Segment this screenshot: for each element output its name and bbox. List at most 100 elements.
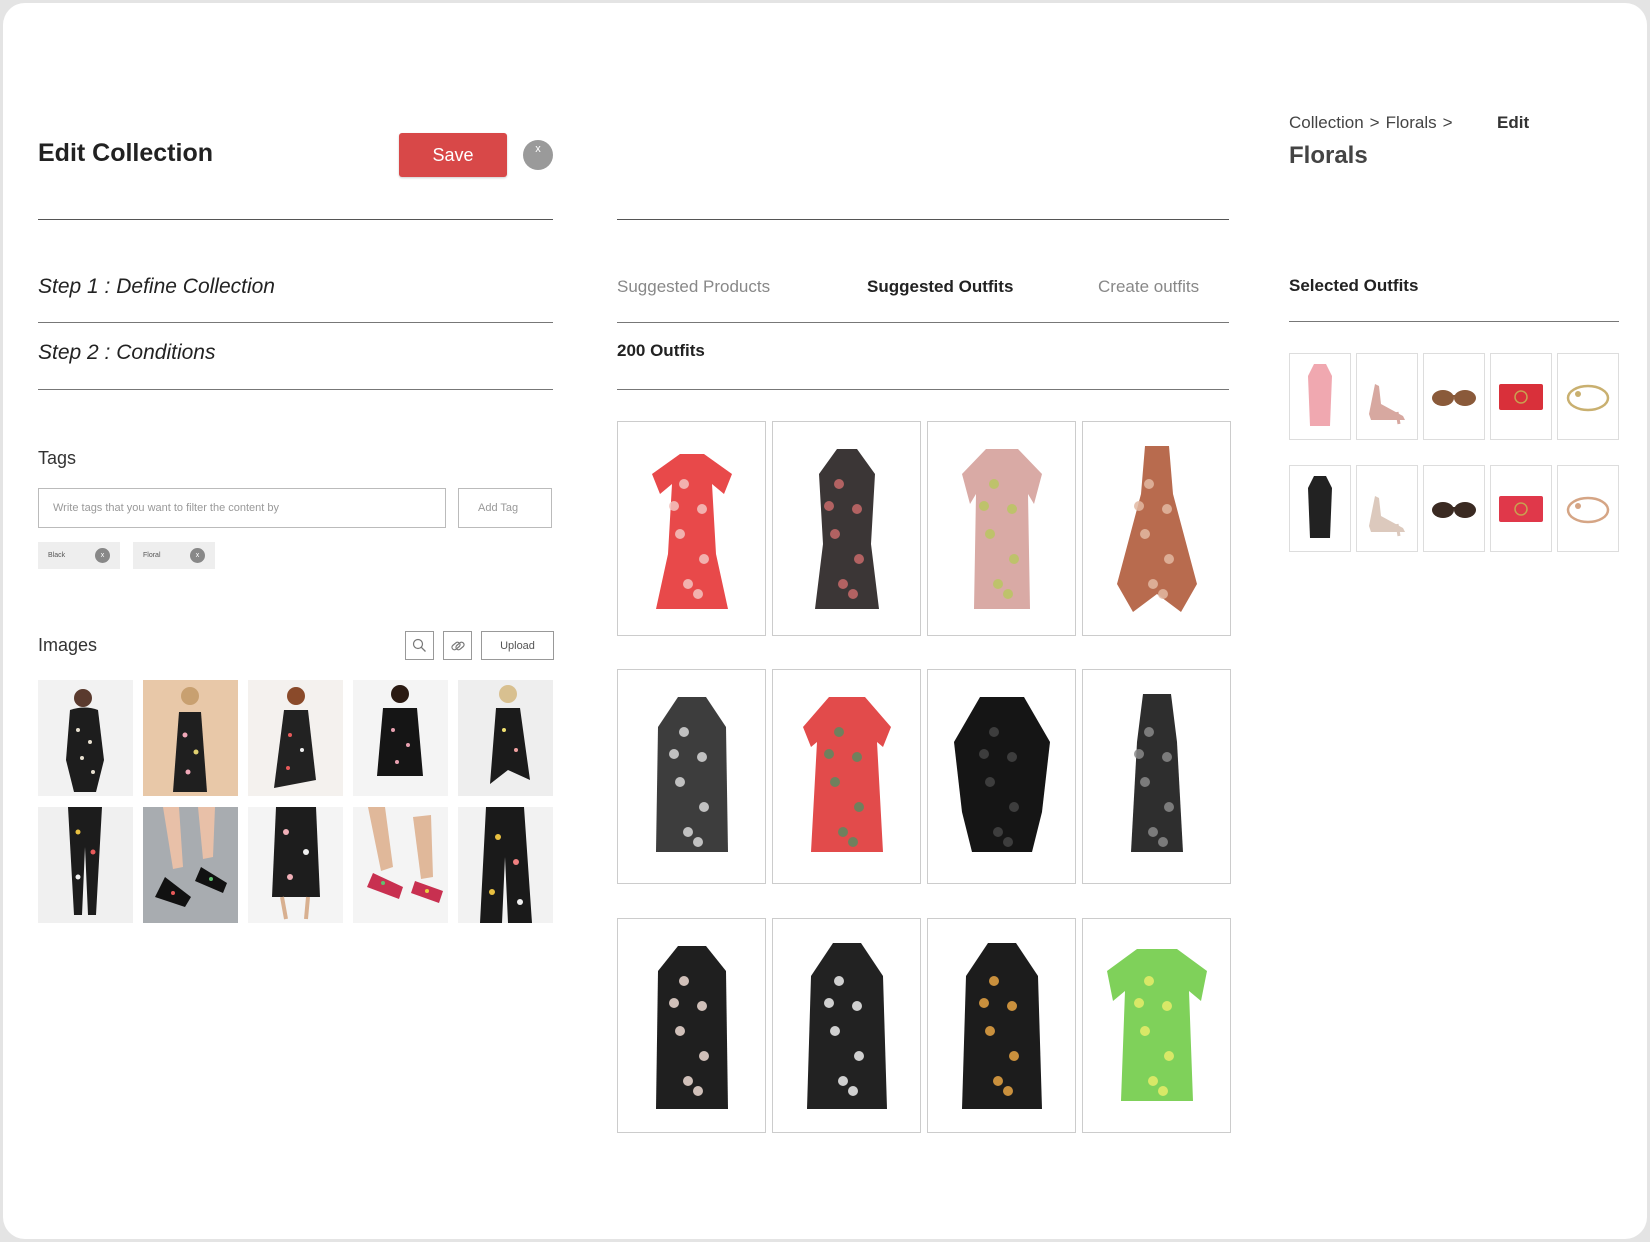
- shoe-photo: [367, 807, 443, 903]
- selected-item[interactable]: [1356, 465, 1418, 552]
- step-1-heading[interactable]: Step 1 : Define Collection: [38, 275, 275, 299]
- image-thumbnail[interactable]: [353, 807, 448, 923]
- image-thumbnail[interactable]: [143, 680, 238, 796]
- model-photo: [66, 689, 104, 792]
- selected-item[interactable]: [1557, 353, 1619, 440]
- model-photo: [68, 807, 102, 915]
- tab-suggested-products[interactable]: Suggested Products: [617, 277, 770, 297]
- selected-item[interactable]: [1490, 465, 1552, 552]
- upload-button[interactable]: Upload: [481, 631, 554, 660]
- model-photo: [173, 687, 207, 792]
- dress-image: [806, 942, 887, 1109]
- dress-image: [814, 448, 879, 609]
- image-grid: [38, 680, 558, 925]
- step-2-heading[interactable]: Step 2 : Conditions: [38, 341, 215, 365]
- divider: [617, 389, 1229, 390]
- tag-chip-black: Black x: [38, 542, 120, 569]
- selected-outfits-title: Selected Outfits: [1289, 276, 1419, 295]
- image-thumbnail[interactable]: [38, 807, 133, 923]
- bracelet-icon: [1566, 384, 1610, 412]
- dress-image: [953, 696, 1050, 852]
- dress-image: [802, 696, 891, 852]
- step-2-name: Conditions: [116, 341, 216, 364]
- outfit-card[interactable]: [1082, 918, 1231, 1133]
- divider: [617, 219, 1229, 220]
- selected-item[interactable]: [1490, 353, 1552, 440]
- outfit-card[interactable]: [1082, 421, 1231, 636]
- outfit-card[interactable]: [772, 421, 921, 636]
- bag-icon: [1499, 384, 1543, 410]
- tag-chip-label: Black: [48, 552, 66, 559]
- dress-icon: [1308, 476, 1332, 538]
- divider: [38, 322, 553, 323]
- page-title: Edit Collection: [38, 139, 213, 167]
- outfit-card[interactable]: [617, 421, 766, 636]
- image-thumbnail[interactable]: [38, 680, 133, 796]
- tag-input[interactable]: Write tags that you want to filter the c…: [38, 488, 446, 528]
- selected-item[interactable]: [1557, 465, 1619, 552]
- outfit-card[interactable]: [772, 669, 921, 884]
- breadcrumb: Collection > Florals >: [1289, 113, 1453, 133]
- link-image-button[interactable]: [443, 631, 472, 660]
- breadcrumb-florals[interactable]: Florals: [1386, 113, 1437, 133]
- breadcrumb-separator: >: [1442, 113, 1453, 132]
- outfit-card[interactable]: [927, 669, 1076, 884]
- selected-outfits-grid: [1289, 353, 1621, 558]
- step-1-name: Define Collection: [116, 275, 275, 298]
- tab-suggested-outfits[interactable]: Suggested Outfits: [867, 277, 1013, 297]
- bracelet-icon: [1566, 496, 1610, 524]
- step-2-prefix: Step 2 :: [38, 341, 111, 364]
- shoe-icon: [1369, 384, 1405, 425]
- image-thumbnail[interactable]: [143, 807, 238, 923]
- divider: [38, 389, 553, 390]
- dress-image: [961, 942, 1042, 1109]
- save-button[interactable]: Save: [399, 133, 507, 177]
- outfit-card[interactable]: [772, 918, 921, 1133]
- breadcrumb-collection[interactable]: Collection: [1289, 113, 1364, 133]
- tab-create-outfits[interactable]: Create outfits: [1098, 277, 1199, 297]
- selected-item[interactable]: [1289, 465, 1351, 552]
- selected-item[interactable]: [1423, 465, 1485, 552]
- tag-chip-label: Floral: [143, 552, 161, 559]
- outfit-grid: [617, 421, 1231, 1133]
- model-photo: [272, 807, 320, 920]
- outfit-card[interactable]: [617, 918, 766, 1133]
- model-photo: [480, 807, 532, 923]
- outfit-card[interactable]: [617, 669, 766, 884]
- dress-image: [655, 945, 728, 1109]
- shoe-icon: [1369, 496, 1405, 537]
- selected-item[interactable]: [1289, 353, 1351, 440]
- collection-name: Florals: [1289, 142, 1368, 169]
- image-thumbnail[interactable]: [458, 807, 553, 923]
- images-label: Images: [38, 635, 98, 655]
- tag-chip-floral: Floral x: [133, 542, 215, 569]
- link-icon: [450, 641, 465, 650]
- image-thumbnail[interactable]: [248, 807, 343, 923]
- divider: [617, 322, 1229, 323]
- add-tag-button[interactable]: Add Tag: [458, 488, 552, 528]
- step-1-prefix: Step 1 :: [38, 275, 111, 298]
- dress-image: [1116, 445, 1197, 612]
- model-photo: [377, 685, 423, 776]
- selected-item[interactable]: [1356, 353, 1418, 440]
- image-thumbnail[interactable]: [248, 680, 343, 796]
- dress-image: [1130, 693, 1183, 852]
- divider: [38, 219, 553, 220]
- search-image-button[interactable]: [405, 631, 434, 660]
- outfit-card[interactable]: [927, 421, 1076, 636]
- image-thumbnail[interactable]: [458, 680, 553, 796]
- search-icon: [412, 638, 426, 652]
- tags-label: Tags: [38, 448, 77, 468]
- selected-item[interactable]: [1423, 353, 1485, 440]
- image-thumbnail[interactable]: [353, 680, 448, 796]
- breadcrumb-current: Edit: [1497, 113, 1530, 132]
- remove-tag-icon[interactable]: x: [190, 548, 205, 563]
- sunglasses-icon: [1432, 502, 1476, 518]
- outfit-card[interactable]: [927, 918, 1076, 1133]
- dress-image: [655, 696, 728, 852]
- close-button[interactable]: x: [523, 140, 553, 170]
- dress-image: [651, 453, 732, 609]
- remove-tag-icon[interactable]: x: [95, 548, 110, 563]
- outfit-card[interactable]: [1082, 669, 1231, 884]
- dress-image: [961, 448, 1042, 609]
